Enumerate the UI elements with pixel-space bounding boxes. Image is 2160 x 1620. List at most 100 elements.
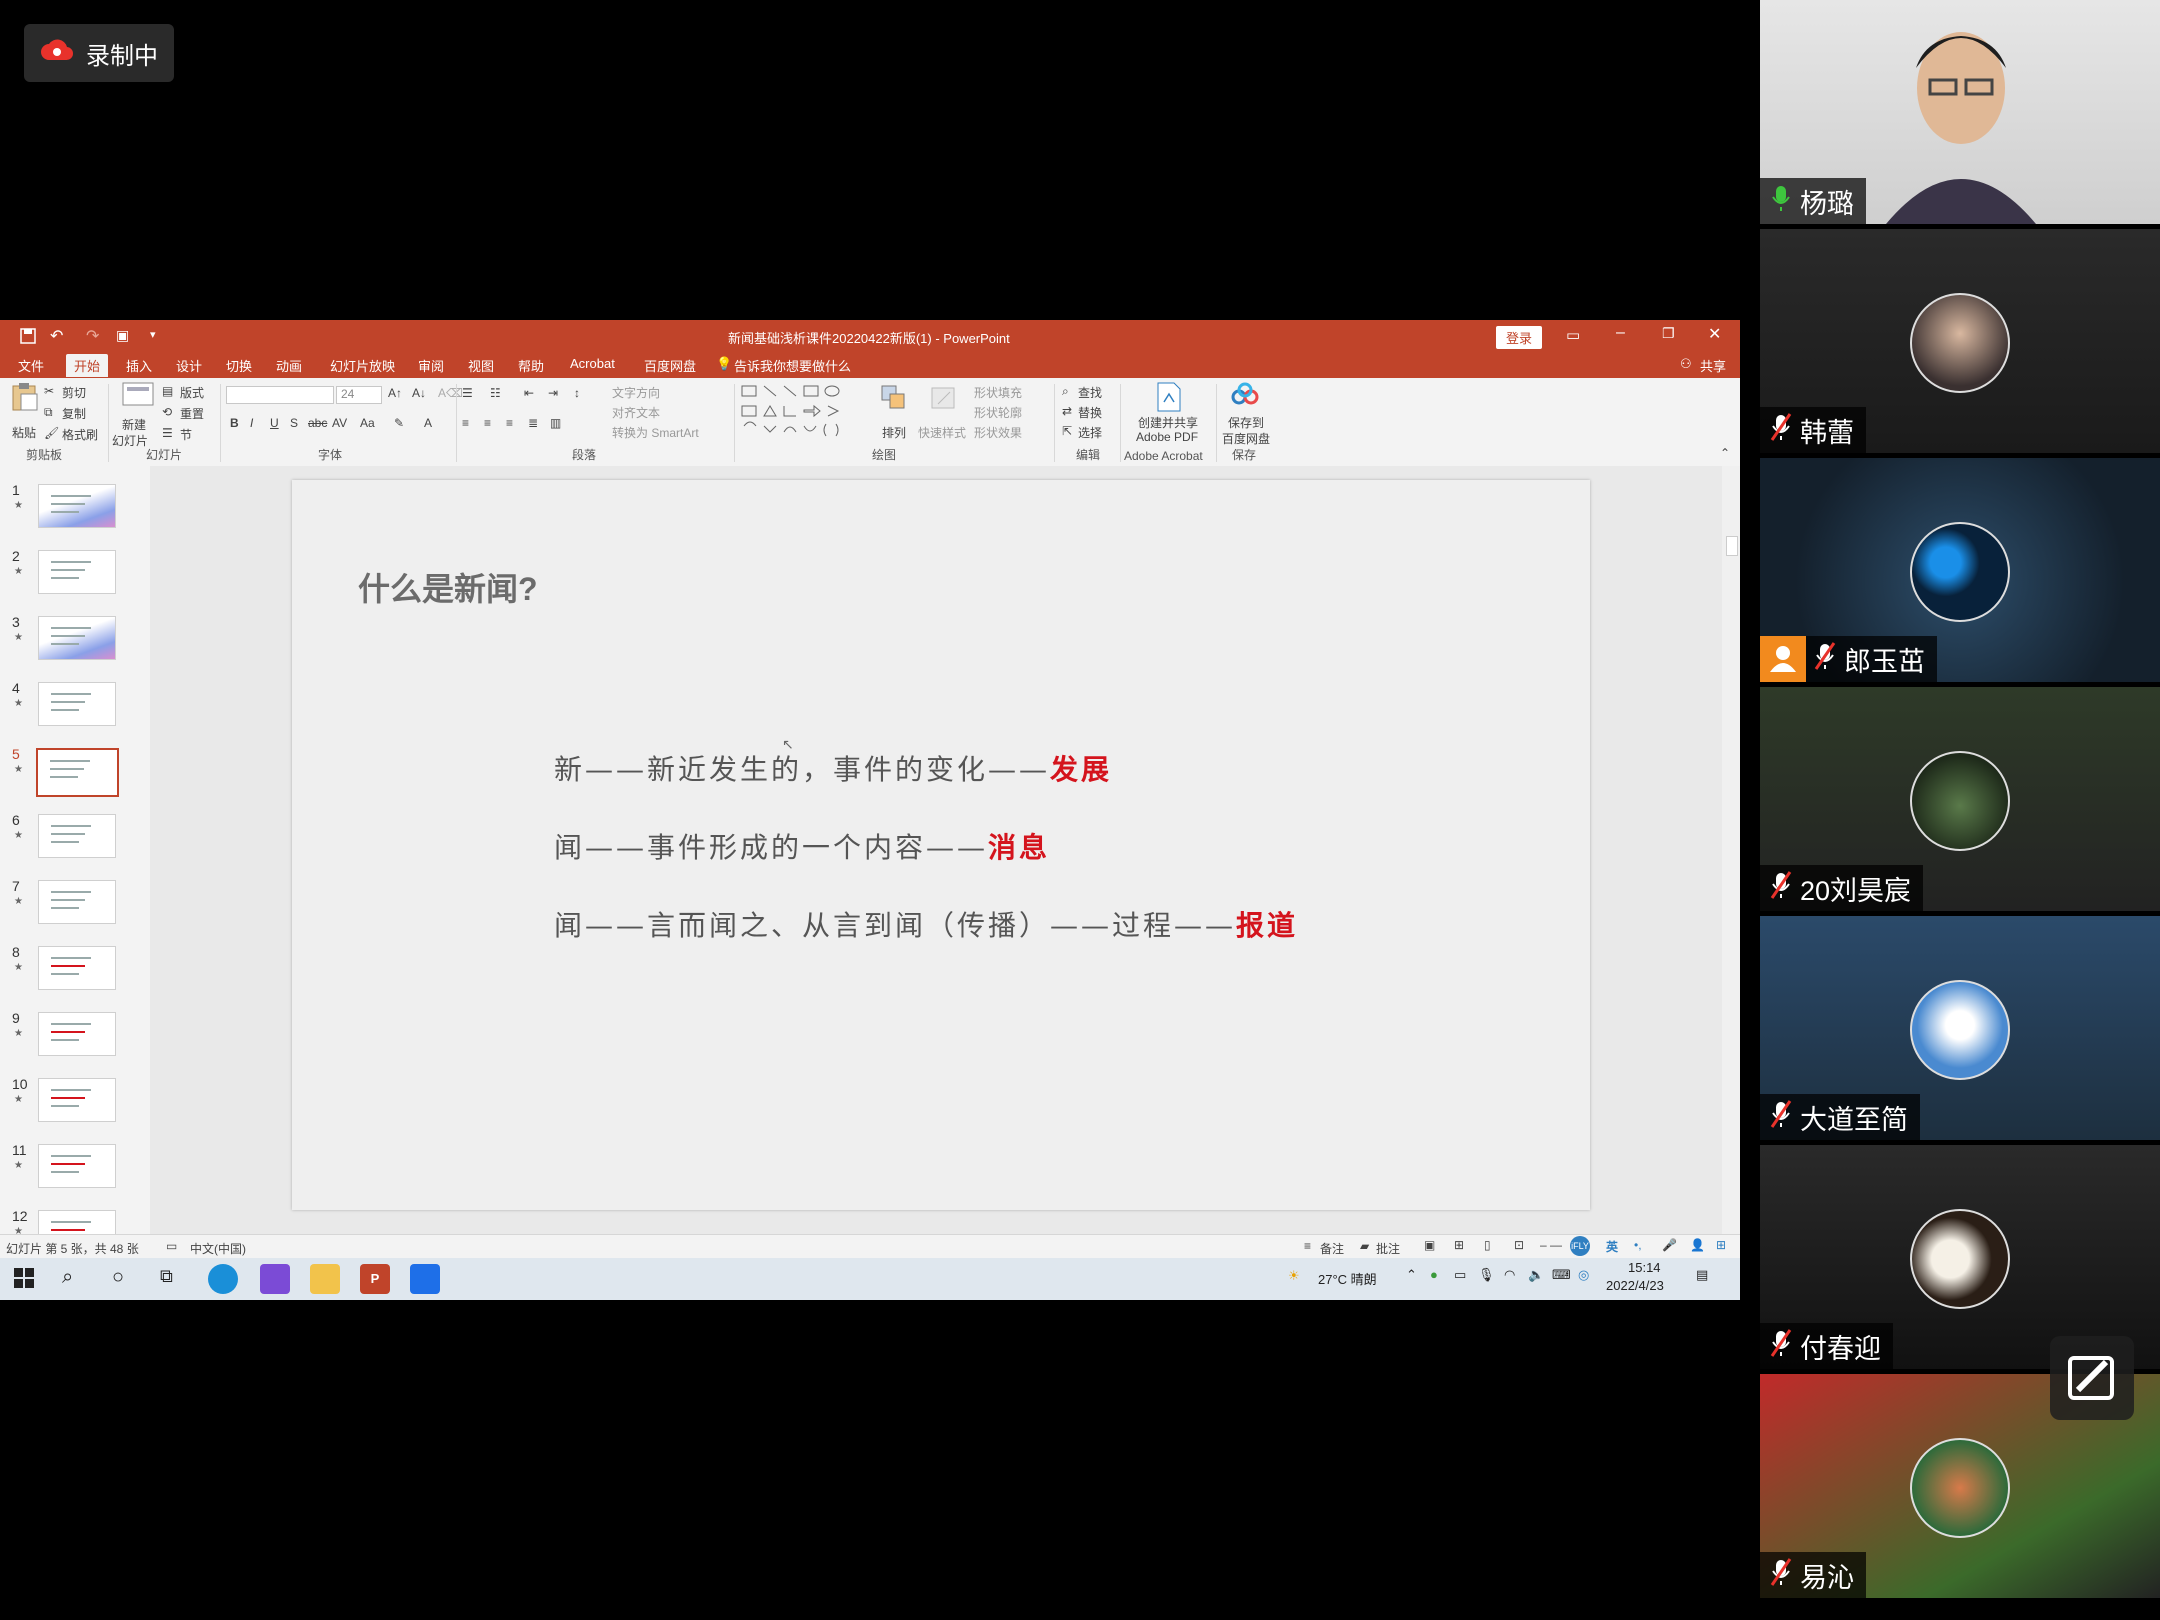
participant-tile[interactable]: 杨璐: [1760, 0, 2160, 224]
shrink-font-icon[interactable]: A↓: [412, 386, 426, 400]
tab-transitions[interactable]: 切换: [226, 356, 252, 375]
slide-line-1[interactable]: 新——新近发生的，事件的变化——发展: [554, 748, 1112, 788]
tab-baidu[interactable]: 百度网盘: [644, 356, 696, 375]
cut-icon[interactable]: ✂: [44, 384, 54, 398]
share-icon[interactable]: ⚇: [1680, 356, 1692, 372]
ime-punct-icon[interactable]: •,: [1634, 1238, 1642, 1252]
ime-label[interactable]: 英: [1606, 1238, 1618, 1255]
align-text-button[interactable]: 对齐文本: [612, 404, 660, 421]
clock-time[interactable]: 15:14: [1628, 1260, 1661, 1275]
app-icon-purple[interactable]: [260, 1264, 290, 1294]
tab-design[interactable]: 设计: [176, 356, 202, 375]
underline-icon[interactable]: U: [270, 416, 279, 430]
bullets-icon[interactable]: ☰: [462, 386, 473, 400]
find-button[interactable]: 查找: [1078, 384, 1102, 401]
tab-help[interactable]: 帮助: [518, 356, 544, 375]
select-icon[interactable]: ⇱: [1062, 424, 1072, 438]
save-baidu-button-line2[interactable]: 百度网盘: [1222, 430, 1270, 447]
align-right-icon[interactable]: ≡: [506, 416, 513, 430]
voice-input-icon[interactable]: 🎤: [1662, 1238, 1677, 1252]
save-baidu-button[interactable]: 保存到: [1228, 414, 1264, 431]
tray-app-icon[interactable]: ●: [1430, 1267, 1438, 1282]
volume-icon[interactable]: 🔈: [1528, 1267, 1544, 1283]
tab-review[interactable]: 审阅: [418, 356, 444, 375]
font-name-field[interactable]: [226, 386, 334, 404]
copy-icon[interactable]: ⧉: [44, 405, 53, 420]
share-button[interactable]: 共享: [1700, 356, 1726, 375]
apps-grid-icon[interactable]: ⊞: [1716, 1238, 1726, 1252]
comments-icon[interactable]: ▰: [1360, 1239, 1369, 1253]
search-icon[interactable]: ⌕: [62, 1266, 73, 1289]
slide-thumbnail[interactable]: [38, 880, 116, 924]
wifi-icon[interactable]: ◠: [1504, 1267, 1515, 1283]
redo-icon[interactable]: ↷: [86, 326, 99, 346]
line-spacing-icon[interactable]: ↕: [574, 386, 580, 400]
section-button[interactable]: 节: [180, 426, 192, 443]
participant-tile[interactable]: 大道至简: [1760, 916, 2160, 1140]
save-icon[interactable]: [20, 328, 36, 347]
customize-qat-icon[interactable]: ▾: [150, 328, 156, 341]
format-painter-button[interactable]: 格式刷: [62, 426, 98, 443]
slide-scrollbar[interactable]: [1722, 466, 1740, 1234]
paste-button[interactable]: 粘贴: [12, 424, 36, 441]
tray-expand-icon[interactable]: ⌃: [1406, 1267, 1417, 1283]
normal-view-icon[interactable]: ▣: [1424, 1238, 1435, 1252]
reading-view-icon[interactable]: ▯: [1484, 1238, 1491, 1252]
windows-start-icon[interactable]: [14, 1268, 34, 1291]
ifly-icon[interactable]: iFLY: [1570, 1236, 1590, 1256]
slide-thumbnail[interactable]: [38, 1078, 116, 1122]
numbering-icon[interactable]: ☷: [490, 386, 501, 400]
task-view-icon[interactable]: ⧉: [160, 1266, 173, 1287]
char-spacing-icon[interactable]: AV: [332, 416, 347, 430]
slide-thumbnail[interactable]: [38, 1144, 116, 1188]
current-slide[interactable]: 什么是新闻? 新——新近发生的，事件的变化——发展 闻——事件形成的一个内容——…: [292, 480, 1590, 1210]
slide-title[interactable]: 什么是新闻?: [358, 564, 538, 610]
user-icon[interactable]: 👤: [1690, 1238, 1705, 1252]
slide-line-2[interactable]: 闻——事件形成的一个内容——消息: [554, 826, 1050, 866]
adobe-pdf-icon[interactable]: [1156, 382, 1182, 415]
font-color-icon[interactable]: A: [424, 416, 432, 430]
start-slideshow-icon[interactable]: ▣: [116, 327, 129, 344]
new-slide-icon[interactable]: [122, 382, 154, 411]
slide-thumbnail[interactable]: [38, 484, 116, 528]
recording-badge[interactable]: 录制中: [24, 24, 174, 82]
select-button[interactable]: 选择: [1078, 424, 1102, 441]
arrange-icon[interactable]: [880, 384, 908, 415]
decrease-indent-icon[interactable]: ⇤: [524, 386, 534, 400]
language-label[interactable]: 中文(中国): [190, 1240, 246, 1257]
bold-icon[interactable]: B: [230, 416, 239, 430]
strikethrough-icon[interactable]: abc: [308, 416, 327, 430]
italic-icon[interactable]: I: [250, 416, 253, 430]
slideshow-view-icon[interactable]: ⊡: [1514, 1238, 1524, 1252]
comments-button[interactable]: 批注: [1376, 1240, 1400, 1257]
notes-button[interactable]: 备注: [1320, 1240, 1344, 1257]
ime-tray-icon[interactable]: ⌨: [1552, 1267, 1571, 1283]
tab-home[interactable]: 开始: [66, 354, 109, 377]
microphone-tray-icon[interactable]: 🎙: [1478, 1267, 1495, 1283]
reset-icon[interactable]: ⟲: [162, 405, 172, 419]
undo-icon[interactable]: ↶: [50, 326, 63, 346]
align-center-icon[interactable]: ≡: [484, 416, 491, 430]
close-icon[interactable]: ✕: [1708, 324, 1721, 344]
notification-icon[interactable]: ▤: [1696, 1267, 1708, 1283]
grow-font-icon[interactable]: A↑: [388, 386, 402, 400]
new-slide-button-line2[interactable]: 幻灯片: [112, 432, 148, 449]
slide-thumbnail[interactable]: [38, 814, 116, 858]
reset-button[interactable]: 重置: [180, 405, 204, 422]
font-size-field[interactable]: 24: [336, 386, 382, 404]
tab-insert[interactable]: 插入: [126, 356, 152, 375]
battery-icon[interactable]: ▭: [1454, 1267, 1466, 1283]
participant-tile[interactable]: 20刘昊宸: [1760, 687, 2160, 911]
slide-thumbnail[interactable]: [38, 550, 116, 594]
participant-tile[interactable]: 郎玉茁: [1760, 458, 2160, 682]
shape-effects-button[interactable]: 形状效果: [974, 424, 1022, 441]
justify-icon[interactable]: ≣: [528, 416, 538, 430]
collapse-ribbon-icon[interactable]: ⌃: [1720, 446, 1730, 460]
new-slide-button[interactable]: 新建: [122, 416, 146, 433]
weather-label[interactable]: 27°C 晴朗: [1318, 1269, 1377, 1288]
align-left-icon[interactable]: ≡: [462, 416, 469, 430]
slide-thumbnail[interactable]: [38, 682, 116, 726]
columns-icon[interactable]: ▥: [550, 416, 561, 430]
edge-browser-icon[interactable]: [208, 1264, 238, 1294]
slide-thumbnail[interactable]: [38, 946, 116, 990]
